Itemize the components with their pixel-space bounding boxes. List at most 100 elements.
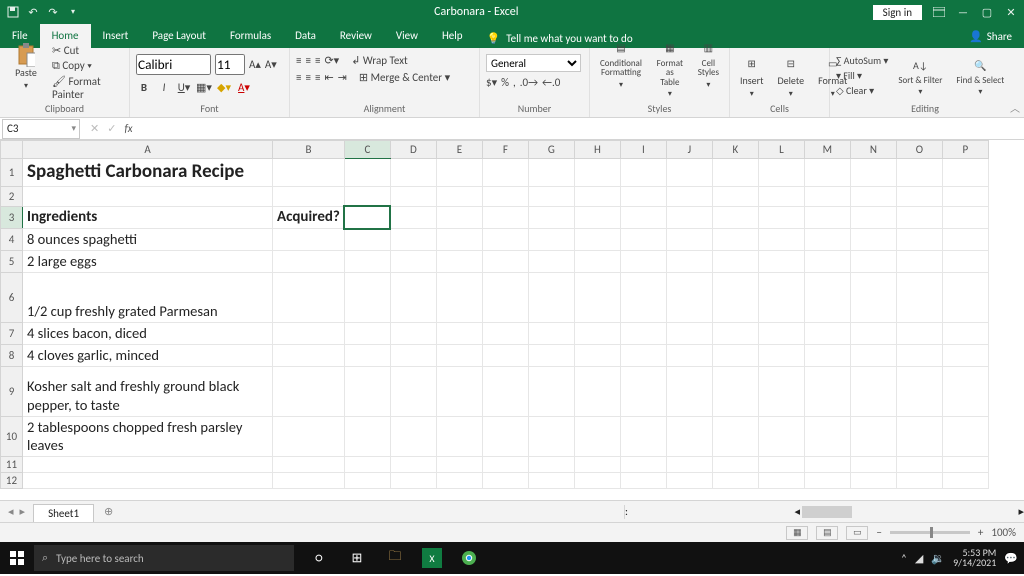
cell-D12[interactable] (390, 473, 436, 489)
ribbon-display-icon[interactable] (932, 5, 946, 19)
cell-H12[interactable] (574, 473, 620, 489)
cell-I4[interactable] (620, 229, 666, 251)
cell-A3[interactable]: Ingredients (23, 206, 273, 229)
row-header-1[interactable]: 1 (1, 159, 23, 187)
cell-O9[interactable] (896, 366, 942, 416)
cell-C3[interactable] (344, 206, 390, 229)
cell-J9[interactable] (666, 366, 712, 416)
cell-H4[interactable] (574, 229, 620, 251)
undo-icon[interactable]: ↶ (26, 5, 40, 19)
cell-K12[interactable] (712, 473, 758, 489)
cell-E6[interactable] (436, 272, 482, 322)
cell-L4[interactable] (758, 229, 804, 251)
cell-M4[interactable] (804, 229, 850, 251)
new-sheet-button[interactable]: ⊕ (104, 505, 113, 518)
cell-G6[interactable] (528, 272, 574, 322)
cell-D9[interactable] (390, 366, 436, 416)
col-header-E[interactable]: E (436, 141, 482, 159)
percent-icon[interactable]: % (501, 76, 509, 89)
cell-M3[interactable] (804, 206, 850, 229)
cell-I9[interactable] (620, 366, 666, 416)
row-header-4[interactable]: 4 (1, 229, 23, 251)
cell-K6[interactable] (712, 272, 758, 322)
sort-filter-button[interactable]: A↓Sort & Filter▾ (894, 54, 946, 99)
italic-button[interactable]: I (156, 79, 172, 95)
cell-C12[interactable] (344, 473, 390, 489)
zoom-slider[interactable] (890, 531, 970, 534)
cell-N7[interactable] (850, 322, 896, 344)
cell-A11[interactable] (23, 457, 273, 473)
cell-M2[interactable] (804, 186, 850, 206)
cell-H8[interactable] (574, 344, 620, 366)
cell-G5[interactable] (528, 251, 574, 273)
cell-B5[interactable] (273, 251, 345, 273)
cell-P11[interactable] (942, 457, 988, 473)
cell-A4[interactable]: 8 ounces spaghetti (23, 229, 273, 251)
sign-in-button[interactable]: Sign in (873, 5, 922, 20)
cell-A1[interactable]: Spaghetti Carbonara Recipe (23, 159, 273, 187)
underline-button[interactable]: U▾ (176, 79, 192, 95)
cell-M6[interactable] (804, 272, 850, 322)
fx-icon[interactable]: fx (124, 122, 132, 135)
cell-A9[interactable]: Kosher salt and freshly ground black pep… (23, 366, 273, 416)
cell-I7[interactable] (620, 322, 666, 344)
cell-K4[interactable] (712, 229, 758, 251)
save-icon[interactable] (6, 5, 20, 19)
taskbar-search[interactable]: ⌕Type here to search (34, 545, 294, 571)
cell-N1[interactable] (850, 159, 896, 187)
formula-input[interactable] (143, 119, 1024, 139)
paste-button[interactable]: Paste ▾ (6, 44, 46, 93)
cell-B3[interactable]: Acquired? (273, 206, 345, 229)
cell-J2[interactable] (666, 186, 712, 206)
cell-A2[interactable] (23, 186, 273, 206)
share-button[interactable]: 👤Share (957, 24, 1024, 48)
view-normal-icon[interactable]: ▦ (786, 526, 808, 540)
cell-I3[interactable] (620, 206, 666, 229)
cell-P3[interactable] (942, 206, 988, 229)
cell-G9[interactable] (528, 366, 574, 416)
qa-dropdown-icon[interactable]: ▾ (66, 5, 80, 19)
redo-icon[interactable]: ↷ (46, 5, 60, 19)
cell-I12[interactable] (620, 473, 666, 489)
cell-G4[interactable] (528, 229, 574, 251)
delete-cells-button[interactable]: ⊟Delete▾ (774, 52, 809, 101)
cell-N8[interactable] (850, 344, 896, 366)
zoom-level[interactable]: 100% (991, 526, 1016, 539)
cell-G11[interactable] (528, 457, 574, 473)
cell-L12[interactable] (758, 473, 804, 489)
name-box[interactable]: C3▾ (2, 119, 80, 139)
cut-button[interactable]: ✂ Cut (52, 44, 123, 57)
select-all-cell[interactable] (1, 141, 23, 159)
cell-D10[interactable] (390, 416, 436, 457)
tray-sound-icon[interactable]: 🔉 (931, 552, 945, 565)
cell-H7[interactable] (574, 322, 620, 344)
cell-K1[interactable] (712, 159, 758, 187)
find-select-button[interactable]: 🔍Find & Select▾ (952, 54, 1008, 99)
cell-O3[interactable] (896, 206, 942, 229)
tab-data[interactable]: Data (283, 24, 328, 48)
cell-N6[interactable] (850, 272, 896, 322)
fill-color-button[interactable]: ◆▾ (216, 79, 232, 95)
row-header-9[interactable]: 9 (1, 366, 23, 416)
cell-I8[interactable] (620, 344, 666, 366)
align-bottom-icon[interactable]: ≡ (315, 54, 320, 67)
file-explorer-icon[interactable]: 🗀 (384, 547, 406, 569)
cell-J8[interactable] (666, 344, 712, 366)
cell-K2[interactable] (712, 186, 758, 206)
cell-L6[interactable] (758, 272, 804, 322)
tray-wifi-icon[interactable]: ◢ (915, 552, 923, 565)
cell-M1[interactable] (804, 159, 850, 187)
cell-I10[interactable] (620, 416, 666, 457)
cell-N10[interactable] (850, 416, 896, 457)
taskbar-clock[interactable]: 5:53 PM9/14/2021 (953, 548, 996, 569)
cortana-icon[interactable]: ○ (308, 547, 330, 569)
tab-view[interactable]: View (384, 24, 430, 48)
cell-P2[interactable] (942, 186, 988, 206)
row-header-7[interactable]: 7 (1, 322, 23, 344)
row-header-5[interactable]: 5 (1, 251, 23, 273)
zoom-in-button[interactable]: + (978, 526, 983, 539)
cell-M9[interactable] (804, 366, 850, 416)
cell-J12[interactable] (666, 473, 712, 489)
cell-A5[interactable]: 2 large eggs (23, 251, 273, 273)
cell-B6[interactable] (273, 272, 345, 322)
